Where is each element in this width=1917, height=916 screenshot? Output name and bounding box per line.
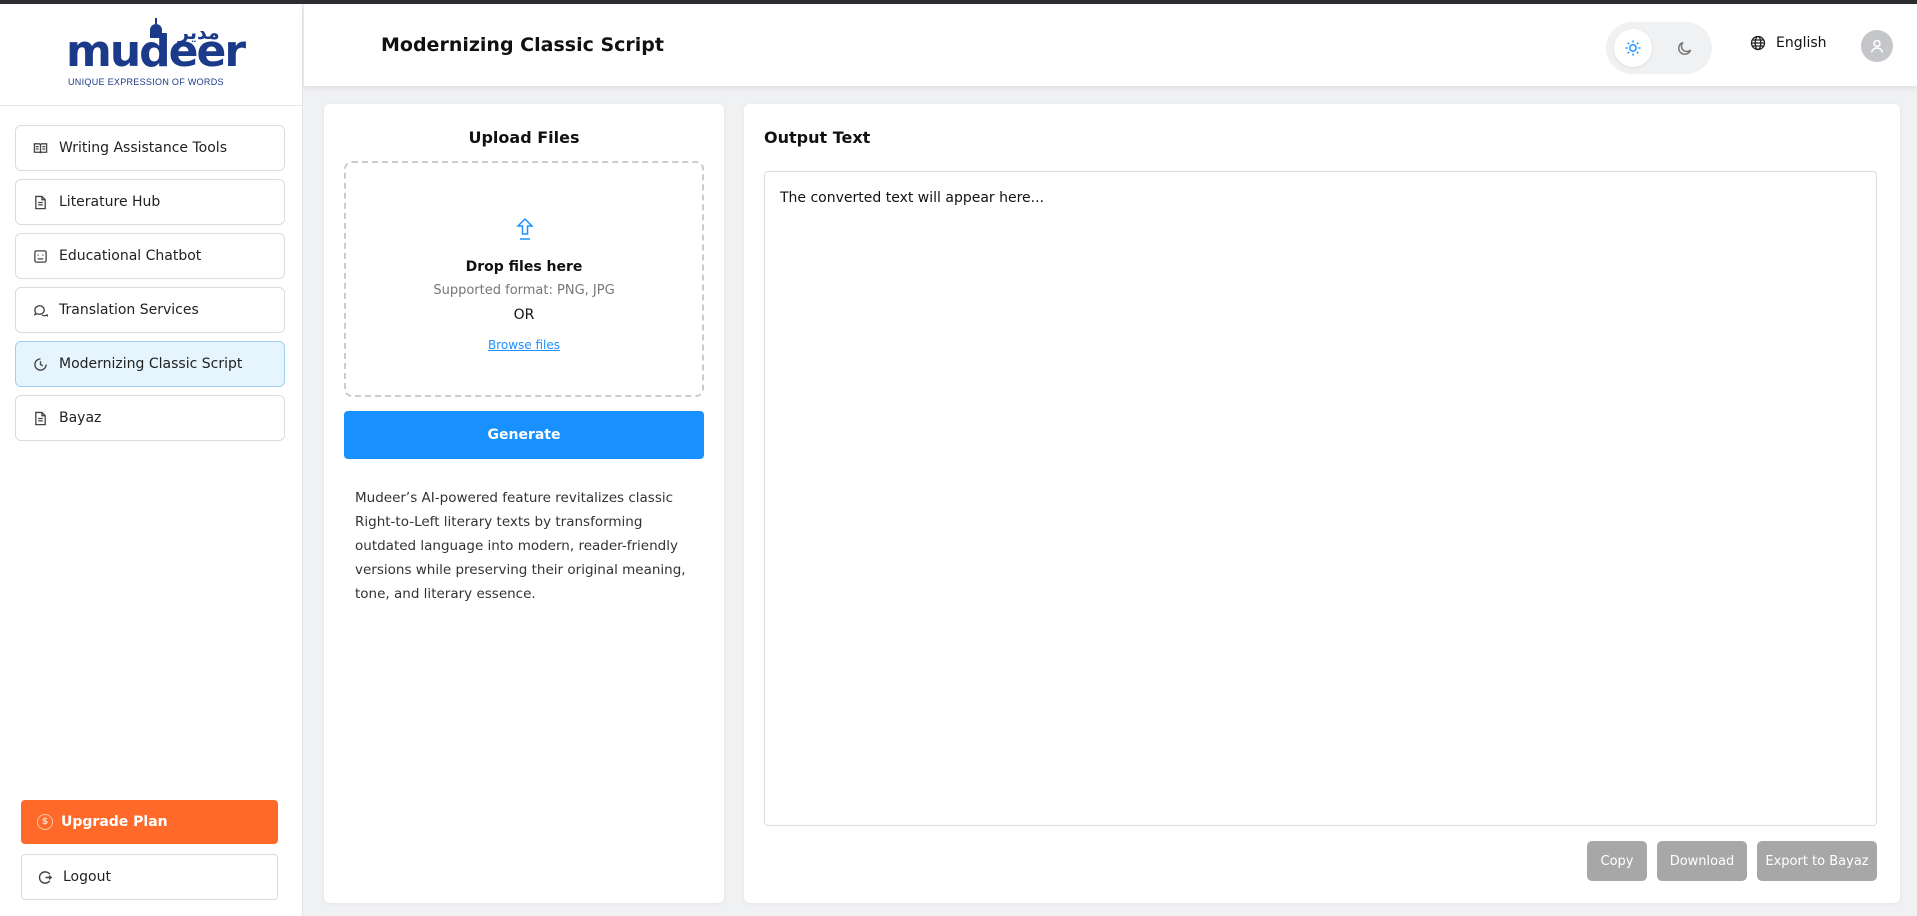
language-selector[interactable]: English <box>1750 35 1827 51</box>
or-separator: OR <box>513 307 535 323</box>
output-text-area[interactable]: The converted text will appear here... <box>764 171 1877 826</box>
page-title: Modernizing Classic Script <box>381 34 664 56</box>
download-button[interactable]: Download <box>1657 841 1747 881</box>
upgrade-plan-button[interactable]: $ Upgrade Plan <box>21 800 278 844</box>
sidebar-item-label: Literature Hub <box>59 194 161 210</box>
export-to-bayaz-button[interactable]: Export to Bayaz <box>1757 841 1877 881</box>
feature-description: Mudeer’s AI-powered feature revitalizes … <box>355 490 686 602</box>
sun-icon <box>1625 40 1641 56</box>
logout-label: Logout <box>63 869 111 885</box>
logo-dome-icon <box>150 18 162 38</box>
user-icon <box>1870 39 1884 53</box>
browse-files-link[interactable]: Browse files <box>346 338 702 352</box>
output-placeholder: The converted text will appear here... <box>780 190 1045 206</box>
copy-button[interactable]: Copy <box>1587 841 1647 881</box>
sidebar-item-translation-services[interactable]: Translation Services <box>15 287 285 333</box>
theme-toggle <box>1606 22 1712 74</box>
document-icon <box>32 194 48 210</box>
upgrade-plan-label: Upgrade Plan <box>61 814 168 830</box>
sidebar-item-educational-chatbot[interactable]: Educational Chatbot <box>15 233 285 279</box>
supported-format-text: Supported format: PNG, JPG <box>433 283 615 298</box>
sidebar-item-modernizing-classic-script[interactable]: Modernizing Classic Script <box>15 341 285 387</box>
document-icon <box>32 410 48 426</box>
logout-button[interactable]: Logout <box>21 854 278 900</box>
upload-panel-title: Upload Files <box>468 128 580 147</box>
logo-arabic-text: مدير <box>178 22 220 44</box>
sidebar-item-label: Modernizing Classic Script <box>59 356 243 372</box>
upload-arrow-icon <box>514 217 536 243</box>
sidebar-item-literature-hub[interactable]: Literature Hub <box>15 179 285 225</box>
logo-tagline: UNIQUE EXPRESSION OF WORDS <box>68 77 224 87</box>
dollar-coin-icon: $ <box>37 814 53 830</box>
logo[interactable]: mudeer مدير UNIQUE EXPRESSION OF WORDS <box>0 4 303 106</box>
chat-bubbles-icon <box>32 302 48 318</box>
clock-icon <box>32 356 48 372</box>
avatar[interactable] <box>1861 30 1893 62</box>
sidebar-item-label: Writing Assistance Tools <box>59 140 227 156</box>
output-panel-title: Output Text <box>764 128 871 147</box>
upload-panel: Upload Files Drop files here Supported f… <box>324 104 724 903</box>
bot-icon <box>32 248 48 264</box>
sidebar-item-label: Translation Services <box>59 302 199 318</box>
dark-mode-button[interactable] <box>1666 29 1704 67</box>
sidebar-item-writing-assistance-tools[interactable]: Writing Assistance Tools <box>15 125 285 171</box>
moon-icon <box>1678 41 1692 55</box>
sidebar: mudeer مدير UNIQUE EXPRESSION OF WORDS W… <box>0 4 303 916</box>
drop-files-title: Drop files here <box>465 259 583 275</box>
output-panel: Output Text The converted text will appe… <box>744 104 1900 903</box>
header: Modernizing Classic Script English <box>304 4 1917 86</box>
file-dropzone[interactable]: Drop files here Supported format: PNG, J… <box>344 161 704 397</box>
generate-button[interactable]: Generate <box>344 411 704 459</box>
language-label: English <box>1776 35 1827 51</box>
sidebar-item-label: Bayaz <box>59 410 102 426</box>
sidebar-item-label: Educational Chatbot <box>59 248 202 264</box>
sidebar-nav: Writing Assistance Tools Literature Hub … <box>15 125 285 449</box>
globe-icon <box>1750 35 1766 51</box>
book-icon <box>32 140 48 156</box>
sidebar-item-bayaz[interactable]: Bayaz <box>15 395 285 441</box>
logout-icon <box>38 870 53 884</box>
light-mode-button[interactable] <box>1614 29 1652 67</box>
